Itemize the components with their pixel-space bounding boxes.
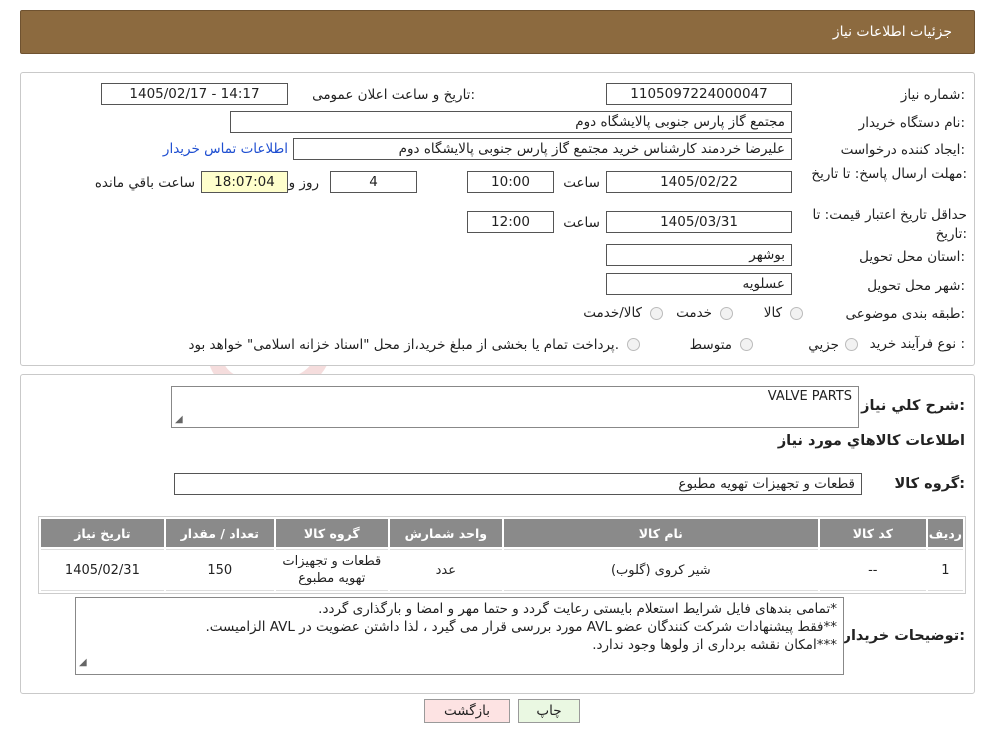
deadline-time-label: ساعت xyxy=(563,175,600,191)
resize-grip-icon[interactable]: ◢ xyxy=(79,654,87,672)
buyer-notes-textarea[interactable]: *تمامی بندهای فایل شرایط استعلام بایستی … xyxy=(75,597,844,675)
city-label: شهر محل تحویل: xyxy=(867,278,965,294)
city-field: عسلویه xyxy=(606,273,792,295)
general-desc-text: VALVE PARTS xyxy=(767,389,852,404)
province-field: بوشهر xyxy=(606,244,792,266)
days-label: روز و xyxy=(288,175,319,191)
deadline-time-field: 10:00 xyxy=(467,171,554,193)
buyer-contact-link[interactable]: اطلاعات تماس خریدار xyxy=(163,141,288,157)
print-button[interactable]: چاپ xyxy=(518,699,580,723)
general-desc-label: شرح کلي نياز: xyxy=(861,398,965,414)
category-goods-radio[interactable] xyxy=(790,307,803,320)
process-medium-label: متوسط xyxy=(689,337,732,353)
col-qty: تعداد / مقدار xyxy=(165,519,274,547)
cell-name: شیر کروی (گلوب) xyxy=(503,549,818,591)
buyer-org-field: مجتمع گاز پارس جنوبی پالایشگاه دوم xyxy=(230,111,792,133)
col-code: کد کالا xyxy=(819,519,926,547)
requester-label: ایجاد کننده درخواست: xyxy=(840,142,965,158)
category-service-label: خدمت xyxy=(676,305,712,321)
cell-code: -- xyxy=(819,549,926,591)
goods-group-field: قطعات و تجهیزات تهویه مطبوع xyxy=(174,473,862,495)
validity-label: حداقل تاریخ اعتبار قیمت: تا تاریخ: xyxy=(812,207,967,242)
resize-grip-icon[interactable]: ◢ xyxy=(175,414,183,425)
col-group: گروه کالا xyxy=(275,519,388,547)
items-table: رديف کد کالا نام کالا واحد شمارش گروه کا… xyxy=(39,517,965,593)
category-goods-label: کالا xyxy=(763,305,782,321)
buyer-note-line-2: **فقط پیشنهادات شرکت کنندگان عضو AVL مور… xyxy=(205,619,837,635)
buyer-org-label: نام دستگاه خریدار: xyxy=(858,115,965,131)
cell-row: 1 xyxy=(927,549,963,591)
category-goods-service-radio[interactable] xyxy=(650,307,663,320)
process-treasury-radio[interactable] xyxy=(627,338,640,351)
cell-date: 1405/02/31 xyxy=(41,549,164,591)
page-title: جزئیات اطلاعات نیاز xyxy=(832,24,952,40)
buyer-note-line-1: *تمامی بندهای فایل شرایط استعلام بایستی … xyxy=(318,601,837,617)
col-unit: واحد شمارش xyxy=(389,519,502,547)
requester-field: علیرضا خردمند کارشناس خرید مجتمع گاز پار… xyxy=(293,138,792,160)
province-label: استان محل تحویل: xyxy=(859,249,965,265)
process-label: نوع فرآیند خرید : xyxy=(869,336,965,352)
table-header-row: رديف کد کالا نام کالا واحد شمارش گروه کا… xyxy=(41,519,963,547)
deadline-date-field: 1405/02/22 xyxy=(606,171,792,193)
buyer-note-line-3: ***امکان نقشه برداری از ولوها وجود ندارد… xyxy=(592,637,837,653)
table-row: 1 -- شیر کروی (گلوب) عدد قطعات و تجهیزات… xyxy=(41,549,963,591)
remaining-time-field: 18:07:04 xyxy=(201,171,288,193)
category-service-radio[interactable] xyxy=(720,307,733,320)
general-desc-textarea[interactable]: VALVE PARTS ◢ xyxy=(171,386,859,428)
category-label: طبقه بندی موضوعی: xyxy=(845,306,965,322)
process-note: پرداخت تمام یا بخشی از مبلغ خرید،از محل … xyxy=(188,337,619,353)
col-date: تاریخ نیاز xyxy=(41,519,164,547)
validity-time-label: ساعت xyxy=(563,215,600,231)
announce-field: 1405/02/17 - 14:17 xyxy=(101,83,288,105)
process-minor-radio[interactable] xyxy=(845,338,858,351)
items-table-container: رديف کد کالا نام کالا واحد شمارش گروه کا… xyxy=(38,516,966,594)
cell-unit: عدد xyxy=(389,549,502,591)
back-button[interactable]: بازگشت xyxy=(424,699,510,723)
col-row: رديف xyxy=(927,519,963,547)
announce-label: تاریخ و ساعت اعلان عمومی: xyxy=(312,87,475,103)
category-goods-service-label: کالا/خدمت xyxy=(583,305,642,321)
process-minor-label: جزیي xyxy=(808,337,839,353)
goods-group-label: گروه کالا: xyxy=(894,476,965,492)
cell-qty: 150 xyxy=(165,549,274,591)
need-number-label: شماره نیاز: xyxy=(900,87,965,103)
deadline-label: مهلت ارسال پاسخ: تا تاریخ: xyxy=(811,166,967,182)
items-info-title: اطلاعات کالاهاي مورد نياز xyxy=(777,433,965,449)
validity-date-field: 1405/03/31 xyxy=(606,211,792,233)
process-medium-radio[interactable] xyxy=(740,338,753,351)
remaining-label: ساعت باقي مانده xyxy=(94,175,195,191)
col-name: نام کالا xyxy=(503,519,818,547)
page-header: جزئیات اطلاعات نیاز xyxy=(20,10,975,54)
buyer-notes-label: توضیحات خریدار: xyxy=(842,628,965,644)
cell-group: قطعات و تجهیزات تهویه مطبوع xyxy=(275,549,388,591)
days-field: 4 xyxy=(330,171,417,193)
validity-time-field: 12:00 xyxy=(467,211,554,233)
need-number-field: 1105097224000047 xyxy=(606,83,792,105)
